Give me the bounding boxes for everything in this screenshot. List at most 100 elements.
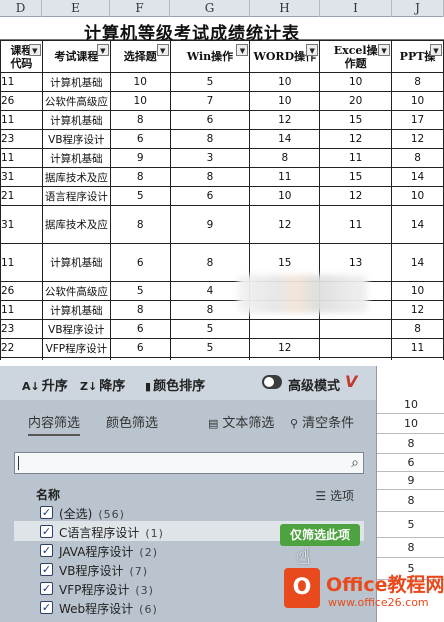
table-cell[interactable]: 公软件高级应 bbox=[41, 281, 111, 301]
table-cell[interactable]: 12 bbox=[319, 186, 393, 206]
table-cell[interactable]: 11 bbox=[0, 72, 43, 92]
table-cell[interactable]: 6 bbox=[109, 243, 171, 282]
table-cell[interactable]: 6 bbox=[109, 319, 171, 339]
table-cell[interactable]: 31 bbox=[0, 205, 43, 244]
table-cell[interactable] bbox=[249, 319, 321, 339]
advanced-mode-toggle[interactable] bbox=[262, 375, 282, 389]
right-column-cell[interactable]: 6 bbox=[377, 454, 444, 472]
table-cell[interactable]: 10 bbox=[391, 281, 444, 301]
table-cell[interactable] bbox=[319, 338, 393, 358]
table-cell[interactable]: VB程序设计 bbox=[41, 319, 111, 339]
table-cell[interactable]: 据库技术及应 bbox=[41, 167, 111, 187]
tab-content-filter[interactable]: 内容筛选 bbox=[28, 412, 81, 436]
table-cell[interactable]: 17 bbox=[391, 110, 444, 130]
table-cell[interactable]: VFP程序设计 bbox=[41, 338, 111, 358]
text-filter-button[interactable]: ▤ 文本筛选 bbox=[208, 412, 274, 431]
table-cell[interactable]: 8 bbox=[391, 148, 444, 168]
table-cell[interactable]: 11 bbox=[0, 357, 43, 360]
table-cell[interactable]: 计算机基础 bbox=[41, 148, 111, 168]
table-cell[interactable]: 8 bbox=[109, 167, 171, 187]
table-cell[interactable]: 12 bbox=[249, 338, 321, 358]
right-column-cell[interactable]: 9 bbox=[377, 472, 444, 490]
table-cell[interactable]: 10 bbox=[319, 72, 393, 92]
table-cell[interactable]: 8 bbox=[169, 167, 251, 187]
table-cell[interactable]: 8 bbox=[391, 72, 444, 92]
table-cell[interactable]: 6 bbox=[109, 338, 171, 358]
table-cell[interactable]: 8 bbox=[169, 129, 251, 149]
column-header-g[interactable]: G bbox=[170, 0, 250, 17]
table-cell[interactable]: 15 bbox=[319, 167, 393, 187]
column-header-h[interactable]: H bbox=[250, 0, 320, 17]
column-header-d[interactable]: D bbox=[0, 0, 42, 17]
table-header-cell[interactable]: PPT操 ▼ bbox=[391, 40, 444, 73]
table-cell[interactable]: 6 bbox=[169, 186, 251, 206]
column-header-f[interactable]: F bbox=[110, 0, 170, 17]
table-cell[interactable]: 计算机基础 bbox=[41, 110, 111, 130]
table-cell[interactable]: 公软件高级应 bbox=[41, 91, 111, 111]
table-cell[interactable]: 11 bbox=[0, 148, 43, 168]
table-cell[interactable]: 15 bbox=[249, 357, 321, 360]
table-cell[interactable]: 10 bbox=[391, 91, 444, 111]
filter-dropdown-icon[interactable]: ▼ bbox=[378, 44, 391, 56]
filter-dropdown-icon[interactable]: ▼ bbox=[28, 44, 41, 56]
table-cell[interactable]: 12 bbox=[391, 129, 444, 149]
table-cell[interactable]: 10 bbox=[109, 72, 171, 92]
table-cell[interactable]: 14 bbox=[391, 243, 444, 282]
table-cell[interactable]: 8 bbox=[109, 300, 171, 320]
color-sort-button[interactable]: ▮ 颜色排序 bbox=[145, 375, 205, 394]
table-cell[interactable]: 12 bbox=[319, 129, 393, 149]
right-column-cell[interactable]: 10 bbox=[377, 414, 444, 434]
filter-dropdown-icon[interactable]: ▼ bbox=[96, 44, 109, 56]
table-cell[interactable]: 14 bbox=[391, 205, 444, 244]
table-cell[interactable]: 8 bbox=[249, 148, 321, 168]
table-cell[interactable]: 8 bbox=[109, 110, 171, 130]
table-cell[interactable]: 23 bbox=[0, 319, 43, 339]
right-column-cell[interactable]: 5 bbox=[377, 512, 444, 538]
table-cell[interactable]: 11 bbox=[319, 148, 393, 168]
table-cell[interactable]: 8 bbox=[391, 319, 444, 339]
table-cell[interactable]: 6 bbox=[109, 129, 171, 149]
sort-desc-button[interactable]: Z↓ 降序 bbox=[80, 375, 125, 394]
table-cell[interactable]: 5 bbox=[169, 319, 251, 339]
table-cell[interactable]: 10 bbox=[249, 186, 321, 206]
table-header-cell[interactable]: 考试课程 ▼ bbox=[41, 40, 111, 73]
table-header-cell[interactable]: Win操作 ▼ bbox=[169, 40, 251, 73]
only-filter-this-button[interactable]: 仅筛选此项 bbox=[280, 524, 360, 546]
table-header-cell[interactable]: 课程 代码 ▼ bbox=[0, 40, 43, 73]
table-cell[interactable]: 8 bbox=[169, 243, 251, 282]
table-cell[interactable]: 14 bbox=[249, 129, 321, 149]
table-cell[interactable]: 12 bbox=[249, 205, 321, 244]
list-item[interactable]: ✓ (全选) (56) bbox=[14, 502, 364, 522]
right-column-cell[interactable]: 8 bbox=[377, 434, 444, 454]
checkbox[interactable]: ✓ bbox=[40, 525, 53, 538]
search-icon[interactable]: ⌕ bbox=[351, 455, 359, 471]
table-cell[interactable]: 23 bbox=[0, 129, 43, 149]
right-column-cell[interactable]: 10 bbox=[377, 396, 444, 414]
table-header-cell[interactable]: WORD操作 ▼ bbox=[249, 40, 321, 73]
table-cell[interactable]: 计算机基础 bbox=[41, 72, 111, 92]
table-header-cell[interactable]: Excel操 作题 ▼ bbox=[319, 40, 393, 73]
column-header-e[interactable]: E bbox=[42, 0, 110, 17]
table-cell[interactable]: 12 bbox=[249, 110, 321, 130]
table-cell[interactable]: 12 bbox=[391, 357, 444, 360]
table-cell[interactable]: 22 bbox=[0, 338, 43, 358]
table-cell[interactable]: 14 bbox=[319, 357, 393, 360]
table-cell[interactable]: 15 bbox=[319, 110, 393, 130]
table-cell[interactable]: 26 bbox=[0, 91, 43, 111]
checkbox[interactable]: ✓ bbox=[40, 582, 53, 595]
table-cell[interactable]: 计算机基础 bbox=[41, 357, 111, 360]
clear-conditions-button[interactable]: ⚲ 清空条件 bbox=[290, 412, 354, 431]
table-cell[interactable]: 9 bbox=[109, 357, 171, 360]
table-cell[interactable] bbox=[319, 319, 393, 339]
table-cell[interactable]: 3 bbox=[169, 148, 251, 168]
filter-dropdown-icon[interactable]: ▼ bbox=[236, 44, 249, 56]
tab-color-filter[interactable]: 颜色筛选 bbox=[106, 412, 158, 431]
table-cell[interactable]: 20 bbox=[319, 91, 393, 111]
table-cell[interactable]: 10 bbox=[249, 72, 321, 92]
table-cell[interactable]: 5 bbox=[109, 186, 171, 206]
table-cell[interactable]: 8 bbox=[109, 205, 171, 244]
table-cell[interactable]: 7 bbox=[169, 91, 251, 111]
table-cell[interactable]: 11 bbox=[249, 167, 321, 187]
filter-dropdown-icon[interactable]: ▼ bbox=[306, 44, 319, 56]
table-cell[interactable]: 计算机基础 bbox=[41, 243, 111, 282]
